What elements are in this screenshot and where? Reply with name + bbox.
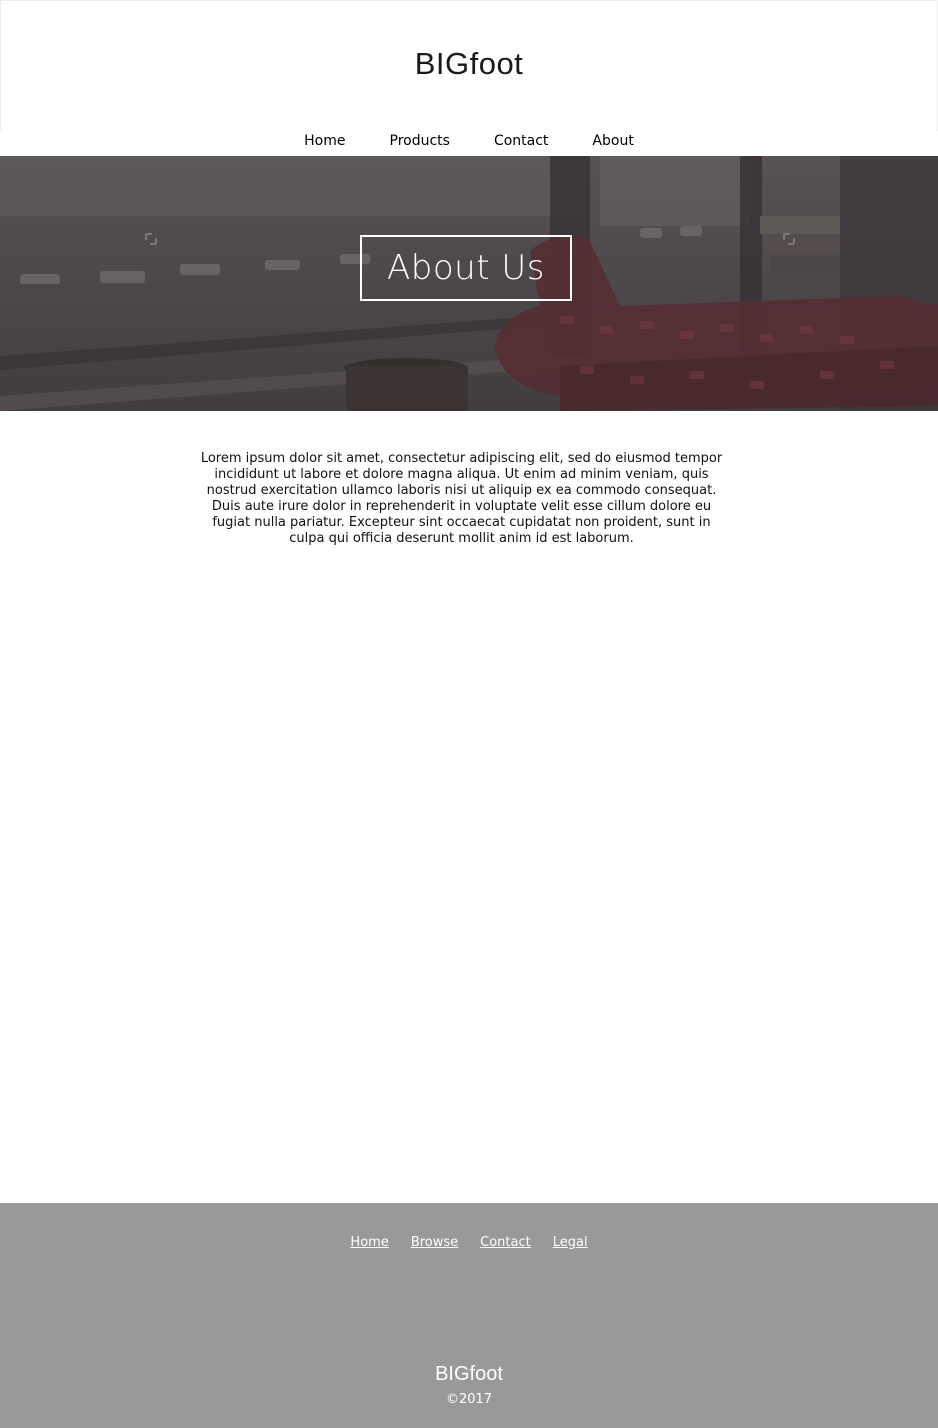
nav-contact[interactable]: Contact [494,133,548,149]
main-nav: Home Products Contact About [0,133,938,149]
footer-link-contact[interactable]: Contact [480,1235,531,1250]
footer-link-legal[interactable]: Legal [553,1235,588,1250]
footer-link-home[interactable]: Home [350,1235,388,1250]
hero-banner: About Us [0,156,938,411]
nav-home[interactable]: Home [304,133,345,149]
site-footer: Home Browse Contact Legal BIGfoot ©2017 [0,1203,938,1428]
copyright-text: ©2017 [445,1392,493,1407]
intro-paragraph: Lorem ipsum dolor sit amet, consectetur … [200,451,723,546]
site-logo[interactable]: BIGfoot [0,46,938,82]
site-header: BIGfoot Home Products Contact About [0,0,938,156]
footer-link-browse[interactable]: Browse [411,1235,458,1250]
footer-logo: BIGfoot [435,1363,503,1385]
page-title: About Us [360,235,572,301]
nav-products[interactable]: Products [390,133,450,149]
footer-nav: Home Browse Contact Legal [0,1235,938,1250]
nav-about[interactable]: About [592,133,633,149]
